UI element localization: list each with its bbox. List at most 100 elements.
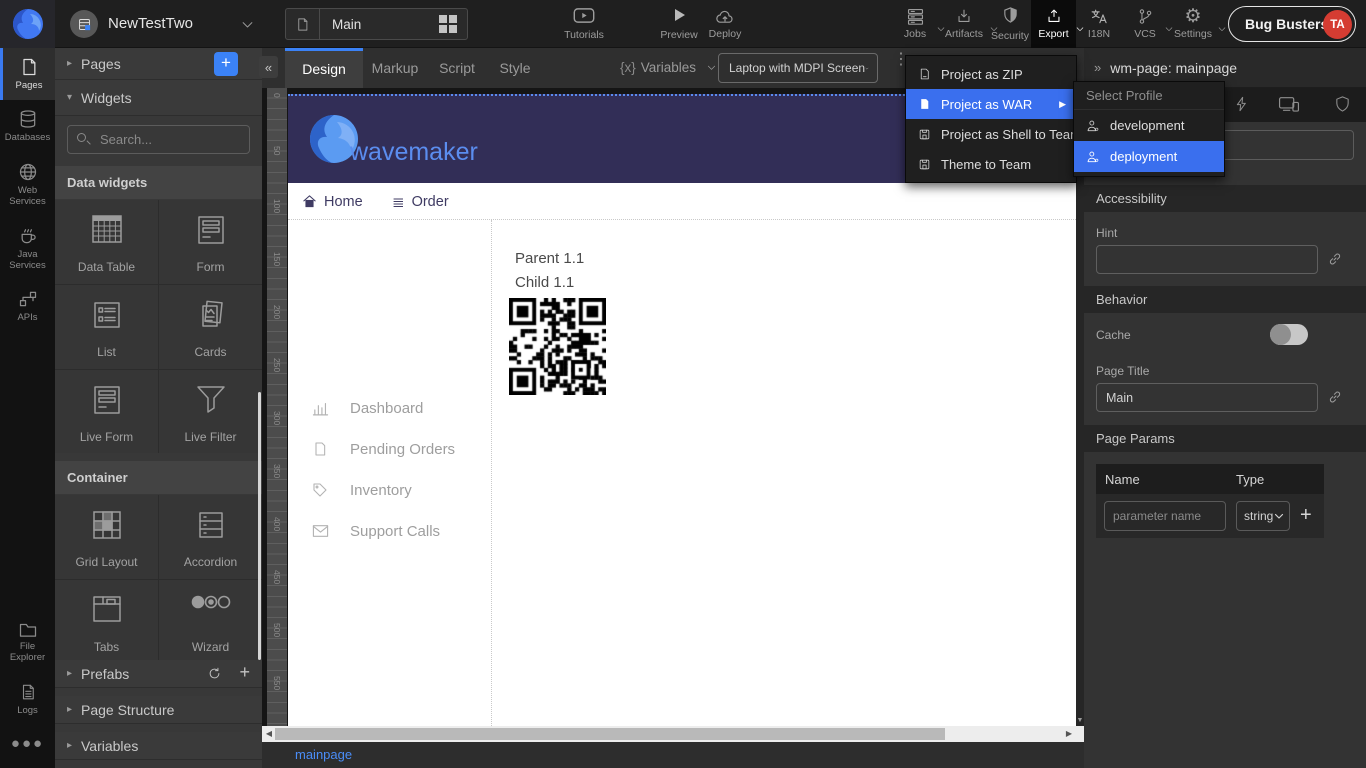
param-name-header: Name — [1096, 472, 1236, 487]
sidenav-pending-orders[interactable]: Pending Orders — [288, 437, 492, 461]
more-menu-icon[interactable]: ⋮ — [893, 56, 903, 64]
rail-item-pages[interactable]: Pages — [0, 48, 55, 100]
jobs-button[interactable]: Jobs — [893, 0, 937, 48]
canvas-top-nav: Home ≣ Order — [288, 183, 1076, 220]
menu-item-project-as-war[interactable]: Project as WAR ▶ — [906, 89, 1076, 119]
tab-style[interactable]: Style — [487, 48, 543, 88]
page-params-section-header[interactable]: Page Params — [1084, 425, 1366, 452]
export-button[interactable]: Export — [1031, 0, 1076, 48]
canvas-brand-text: wavemaker — [350, 138, 478, 167]
sidenav-inventory[interactable]: Inventory — [288, 478, 492, 502]
sidenav-support-calls[interactable]: Support Calls — [288, 519, 492, 543]
page-grid-icon[interactable] — [439, 15, 457, 33]
wavemaker-logo[interactable] — [0, 0, 55, 48]
pages-section-header[interactable]: ▸ Pages + — [55, 48, 262, 80]
nav-item-home[interactable]: Home — [302, 183, 363, 220]
widgets-section-header[interactable]: ▾ Widgets — [55, 80, 262, 116]
add-page-button[interactable]: + — [214, 52, 238, 76]
rail-item-file-explorer[interactable]: File Explorer — [0, 612, 55, 673]
widget-tile-list[interactable]: List — [55, 285, 158, 369]
widget-tile-cards[interactable]: Cards — [159, 285, 262, 369]
menu-item-project-as-shell[interactable]: Project as Shell to Team — [906, 119, 1076, 149]
tab-markup[interactable]: Markup — [363, 48, 427, 88]
project-name[interactable]: NewTestTwo — [108, 0, 193, 48]
refresh-icon[interactable] — [207, 666, 222, 681]
bar-chart-icon — [312, 400, 329, 417]
tab-script[interactable]: Script — [427, 48, 487, 88]
canvas-horizontal-scrollbar[interactable]: ◀ ▶ — [262, 726, 1084, 742]
qr-code[interactable] — [509, 298, 606, 395]
widget-tile-wizard[interactable]: Wizard — [159, 580, 262, 660]
widget-tile-live-filter[interactable]: Live Filter — [159, 370, 262, 453]
file-filled-icon — [918, 97, 931, 111]
left-panel-scrollbar[interactable] — [258, 392, 261, 660]
accessibility-section-header[interactable]: Accessibility — [1084, 185, 1366, 212]
prefabs-section-header[interactable]: ▸ Prefabs + — [55, 660, 262, 688]
rail-item-apis[interactable]: APIs — [0, 280, 55, 332]
scroll-down-arrow[interactable]: ▼ — [1076, 717, 1084, 724]
devices-tab-icon[interactable] — [1278, 95, 1300, 113]
parent-label[interactable]: Parent 1.1 — [515, 250, 584, 267]
bind-link-icon[interactable] — [1327, 389, 1343, 405]
menu-item-development[interactable]: development — [1074, 110, 1224, 141]
widget-tile-grid-layout[interactable]: Grid Layout — [55, 495, 158, 579]
variables-section-header[interactable]: ▸ Variables — [55, 732, 262, 760]
horizontal-scroll-thumb[interactable] — [275, 728, 945, 740]
collapse-right-icon[interactable]: » — [1094, 60, 1101, 75]
menu-item-theme-to-team[interactable]: Theme to Team — [906, 149, 1076, 179]
add-prefab-button[interactable]: + — [239, 662, 250, 683]
nav-item-order[interactable]: ≣ Order — [392, 183, 449, 220]
design-canvas[interactable]: wavemaker Home ≣ Order Dashboard — [288, 94, 1076, 726]
rail-item-java-services[interactable]: Java Services — [0, 217, 55, 281]
artifacts-button[interactable]: Artifacts — [938, 0, 990, 48]
settings-button[interactable]: ⚙ Settings — [1168, 0, 1218, 48]
rail-item-web-services[interactable]: Web Services — [0, 153, 55, 217]
behavior-section-header[interactable]: Behavior — [1084, 286, 1366, 313]
scroll-left-arrow[interactable]: ◀ — [262, 726, 276, 742]
user-avatar[interactable]: TA — [1323, 10, 1352, 39]
tab-design[interactable]: Design — [285, 48, 363, 88]
widget-tile-live-form[interactable]: Live Form — [55, 370, 158, 453]
sidenav-dashboard[interactable]: Dashboard — [288, 396, 492, 420]
widget-tile-data-table[interactable]: Data Table — [55, 200, 158, 284]
i18n-button[interactable]: I18N — [1080, 0, 1118, 48]
events-tab-icon[interactable] — [1234, 95, 1250, 113]
device-preview-dropdown[interactable]: Laptop with MDPI Screen — [718, 53, 878, 83]
security-button[interactable]: Security — [985, 0, 1035, 48]
child-label[interactable]: Child 1.1 — [515, 274, 574, 291]
chevron-down-icon[interactable] — [240, 17, 255, 32]
page-structure-section-header[interactable]: ▸ Page Structure — [55, 696, 262, 724]
add-param-button[interactable]: + — [1300, 504, 1312, 527]
vcs-button[interactable]: VCS — [1125, 0, 1165, 48]
widget-tile-tabs[interactable]: Tabs — [55, 580, 158, 660]
preview-button[interactable]: Preview — [656, 0, 702, 48]
scroll-right-arrow[interactable]: ▶ — [1062, 726, 1076, 742]
widget-search-input[interactable] — [67, 125, 250, 154]
more-options-icon[interactable]: ●●● — [0, 725, 55, 762]
bind-link-icon[interactable] — [1327, 251, 1343, 267]
param-name-input[interactable] — [1104, 501, 1226, 531]
rail-item-databases[interactable]: Databases — [0, 100, 55, 152]
rail-item-logs[interactable]: Logs — [0, 673, 55, 725]
project-avatar[interactable] — [70, 10, 98, 38]
param-type-select[interactable]: string — [1236, 501, 1290, 531]
security-tab-icon[interactable] — [1334, 95, 1351, 113]
vertical-ruler: 050100150200250300350400450500550600 — [267, 88, 287, 726]
widget-tile-form[interactable]: Form — [159, 200, 262, 284]
deploy-button[interactable]: Deploy — [703, 0, 747, 48]
collapse-panel-button[interactable]: « — [259, 56, 278, 78]
variables-dropdown[interactable]: {x}Variables — [620, 48, 717, 88]
page-title-input[interactable] — [1096, 383, 1318, 412]
cache-toggle[interactable] — [1270, 324, 1308, 345]
hint-input[interactable] — [1096, 245, 1318, 274]
page-file-icon — [286, 9, 320, 39]
menu-item-project-as-zip[interactable]: Project as ZIP — [906, 59, 1076, 89]
canvas-vertical-scrollbar[interactable]: ▼ — [1076, 88, 1084, 726]
page-link[interactable]: mainpage — [295, 747, 352, 762]
page-selector[interactable]: Main — [285, 8, 468, 40]
widget-tile-accordion[interactable]: Accordion — [159, 495, 262, 579]
team-button[interactable]: Bug Busters TA — [1228, 6, 1356, 42]
chevron-down-icon — [1217, 24, 1227, 34]
menu-item-deployment[interactable]: deployment — [1074, 141, 1224, 172]
tutorials-button[interactable]: Tutorials — [558, 0, 610, 48]
